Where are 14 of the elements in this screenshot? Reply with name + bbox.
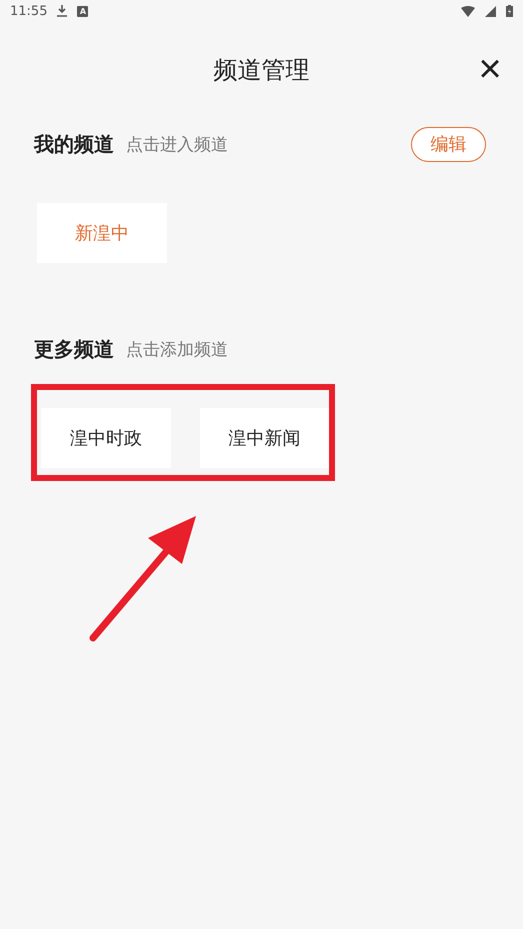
section-hint: 点击添加频道	[126, 338, 228, 360]
battery-icon	[506, 5, 513, 17]
channel-chip[interactable]: 湟中时政	[41, 408, 170, 468]
close-button[interactable]: ×	[475, 54, 505, 84]
section-title: 更多频道	[34, 336, 114, 362]
status-time: 11:55	[10, 4, 48, 18]
channel-chip[interactable]: 湟中新闻	[200, 408, 329, 468]
signal-icon	[485, 6, 496, 16]
page-title: 频道管理	[214, 55, 310, 86]
section-hint: 点击进入频道	[126, 134, 228, 156]
status-badge: A	[77, 6, 88, 16]
section-title: 我的频道	[34, 130, 114, 158]
download-icon	[57, 5, 68, 17]
wifi-icon	[461, 6, 475, 16]
